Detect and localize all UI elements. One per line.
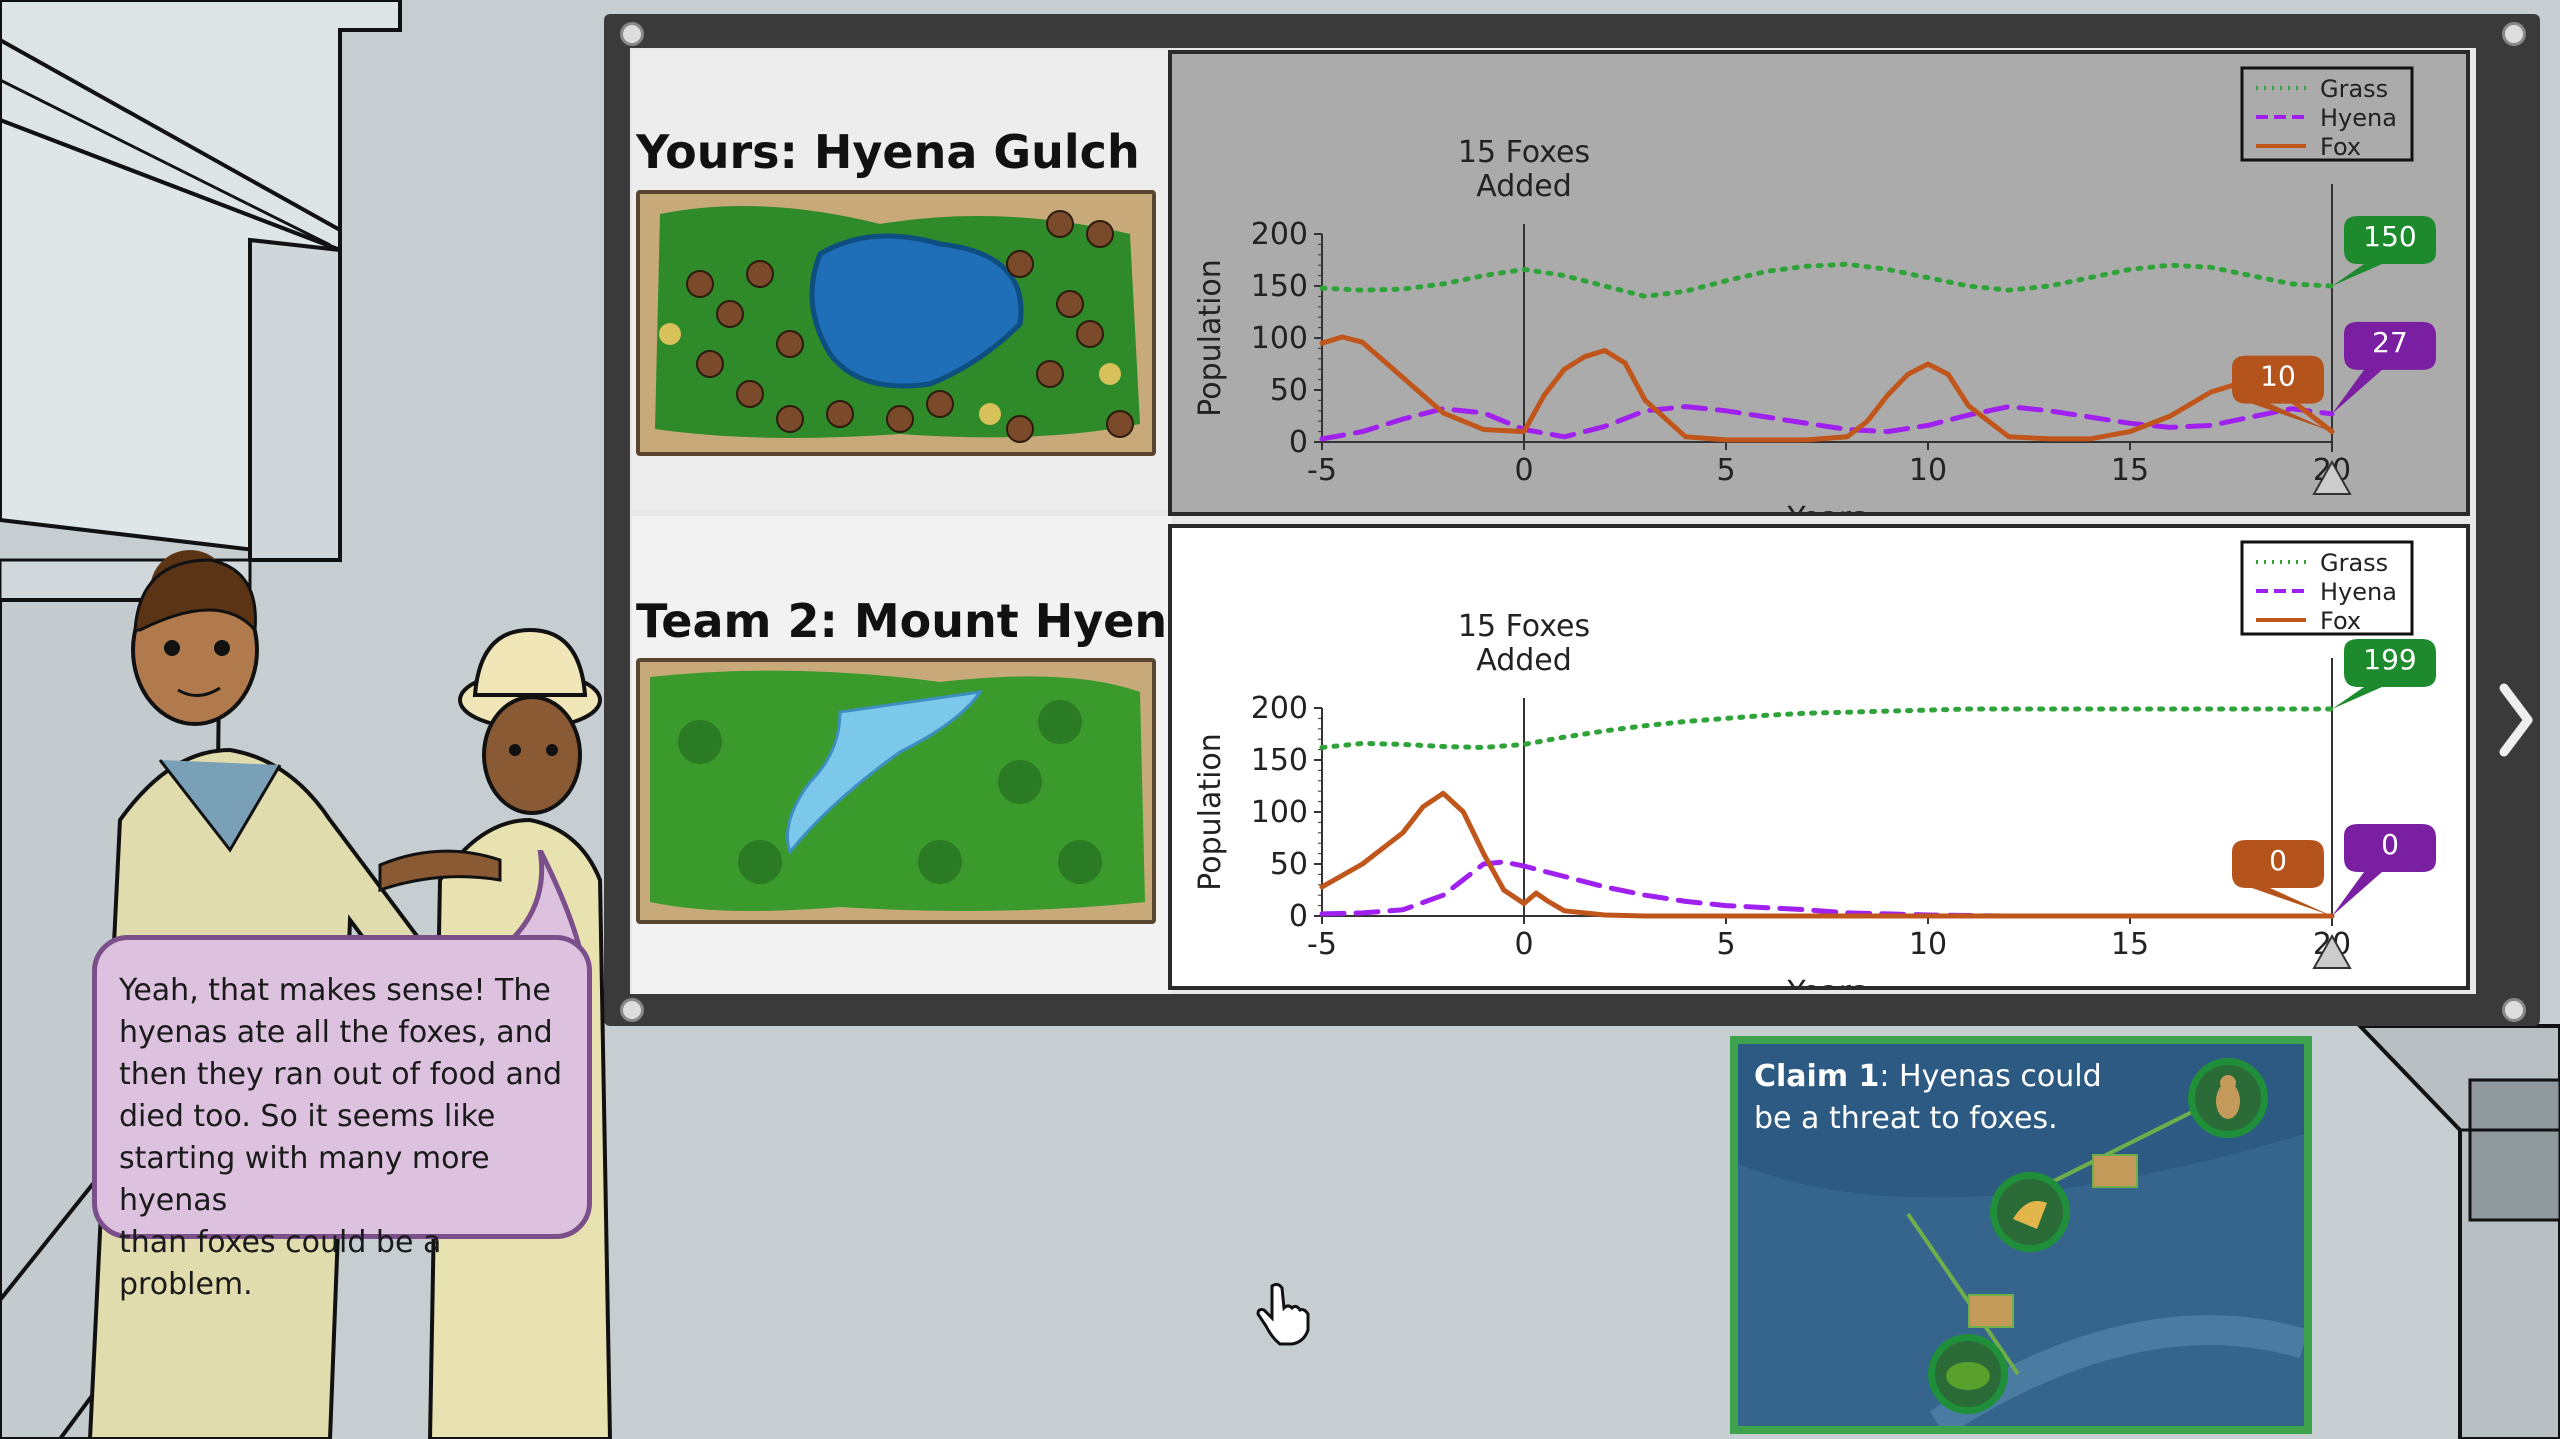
x-tick-label: 5 bbox=[1716, 453, 1735, 488]
legend-entry: Hyena bbox=[2320, 578, 2397, 606]
y-tick-label: 50 bbox=[1270, 373, 1308, 408]
y-tick-label: 150 bbox=[1251, 743, 1308, 778]
x-tick-label: 15 bbox=[2111, 453, 2149, 488]
team1-population-chart: 050100150200-505101520YearsPopulation15 … bbox=[1193, 66, 2436, 512]
legend-entry: Fox bbox=[2320, 133, 2361, 161]
team1-title: Yours: Hyena Gulch bbox=[636, 125, 1140, 179]
hyena-gulch-map-icon bbox=[640, 194, 1152, 452]
event-label: Added bbox=[1476, 643, 1572, 678]
series-line-fox bbox=[1319, 790, 2335, 919]
event-label: Added bbox=[1476, 169, 1572, 204]
screw-icon bbox=[2502, 998, 2526, 1022]
series-line-grass bbox=[1319, 261, 2335, 299]
series-line-grass bbox=[1319, 706, 2335, 750]
y-tick-label: 100 bbox=[1251, 321, 1308, 356]
dialogue-line: than foxes could be a problem. bbox=[119, 1225, 442, 1302]
event-label: 15 Foxes bbox=[1458, 609, 1590, 644]
team2-map[interactable] bbox=[636, 658, 1156, 924]
team2-title: Team 2: Mount Hyena bbox=[636, 594, 1199, 648]
hand-pointer-icon bbox=[1256, 1282, 1310, 1346]
dialogue-text: Yeah, that makes sense! The hyenas ate a… bbox=[119, 970, 565, 1306]
mount-hyena-map-icon bbox=[640, 662, 1152, 920]
x-tick-label: -5 bbox=[1307, 927, 1337, 962]
dialogue-line: then they ran out of food and bbox=[119, 1057, 562, 1092]
legend-entry: Grass bbox=[2320, 75, 2388, 103]
x-tick-label: 10 bbox=[1909, 453, 1947, 488]
x-tick-label: -5 bbox=[1307, 453, 1337, 488]
grass-node-icon[interactable] bbox=[1928, 1334, 2008, 1414]
eats-link-icon[interactable] bbox=[1968, 1294, 2014, 1328]
grass-badge-value: 150 bbox=[2363, 220, 2416, 253]
hyena-badge-value: 0 bbox=[2381, 828, 2399, 861]
y-tick-label: 200 bbox=[1251, 691, 1308, 726]
team1-chart: 050100150200-505101520YearsPopulation15 … bbox=[1168, 50, 2470, 516]
team1-map[interactable] bbox=[636, 190, 1156, 456]
y-axis-label: Population bbox=[1193, 259, 1228, 417]
fox-badge-value: 10 bbox=[2260, 360, 2296, 393]
legend-entry: Grass bbox=[2320, 549, 2388, 577]
x-tick-label: 0 bbox=[1514, 453, 1533, 488]
dialogue-line: starting with many more hyenas bbox=[119, 1141, 490, 1218]
screw-icon bbox=[620, 22, 644, 46]
y-tick-label: 100 bbox=[1251, 795, 1308, 830]
y-tick-label: 150 bbox=[1251, 269, 1308, 304]
y-tick-label: 0 bbox=[1289, 899, 1308, 934]
game-scene: Yours: Hyena Gulch 050100150200-50510152… bbox=[0, 0, 2560, 1439]
x-tick-label: 5 bbox=[1716, 927, 1735, 962]
chevron-right-icon[interactable] bbox=[2496, 680, 2536, 760]
dialogue-line: hyenas ate all the foxes, and bbox=[119, 1015, 553, 1050]
series-line-hyena bbox=[1319, 859, 2335, 919]
team2-chart: 050100150200-505101520YearsPopulation15 … bbox=[1168, 524, 2470, 990]
screw-icon bbox=[2502, 22, 2526, 46]
fox-node-icon[interactable] bbox=[1990, 1172, 2070, 1252]
x-tick-label: 10 bbox=[1909, 927, 1947, 962]
claim-text: Claim 1: Hyenas could be a threat to fox… bbox=[1754, 1056, 2134, 1140]
dialogue-line: died too. So it seems like bbox=[119, 1099, 496, 1134]
legend-entry: Hyena bbox=[2320, 104, 2397, 132]
dialogue-line: Yeah, that makes sense! The bbox=[119, 973, 551, 1008]
x-tick-label: 0 bbox=[1514, 927, 1533, 962]
x-axis-label: Years bbox=[1786, 501, 1866, 512]
hyena-badge-value: 27 bbox=[2372, 326, 2408, 359]
claim-card[interactable]: Claim 1: Hyenas could be a threat to fox… bbox=[1730, 1036, 2312, 1434]
screw-icon bbox=[620, 998, 644, 1022]
eats-link-icon[interactable] bbox=[2092, 1154, 2138, 1188]
x-axis-label: Years bbox=[1786, 975, 1866, 986]
hyena-node-icon[interactable] bbox=[2188, 1058, 2268, 1138]
y-tick-label: 0 bbox=[1289, 425, 1308, 460]
fox-badge-value: 0 bbox=[2269, 844, 2287, 877]
team2-population-chart: 050100150200-505101520YearsPopulation15 … bbox=[1193, 540, 2436, 986]
y-tick-label: 50 bbox=[1270, 847, 1308, 882]
y-axis-label: Population bbox=[1193, 733, 1228, 891]
claim-label: Claim 1 bbox=[1754, 1059, 1880, 1094]
x-tick-label: 15 bbox=[2111, 927, 2149, 962]
legend-entry: Fox bbox=[2320, 607, 2361, 635]
event-label: 15 Foxes bbox=[1458, 135, 1590, 170]
grass-badge-value: 199 bbox=[2363, 643, 2416, 676]
y-tick-label: 200 bbox=[1251, 217, 1308, 252]
dialogue-bubble[interactable]: Yeah, that makes sense! The hyenas ate a… bbox=[92, 935, 592, 1302]
